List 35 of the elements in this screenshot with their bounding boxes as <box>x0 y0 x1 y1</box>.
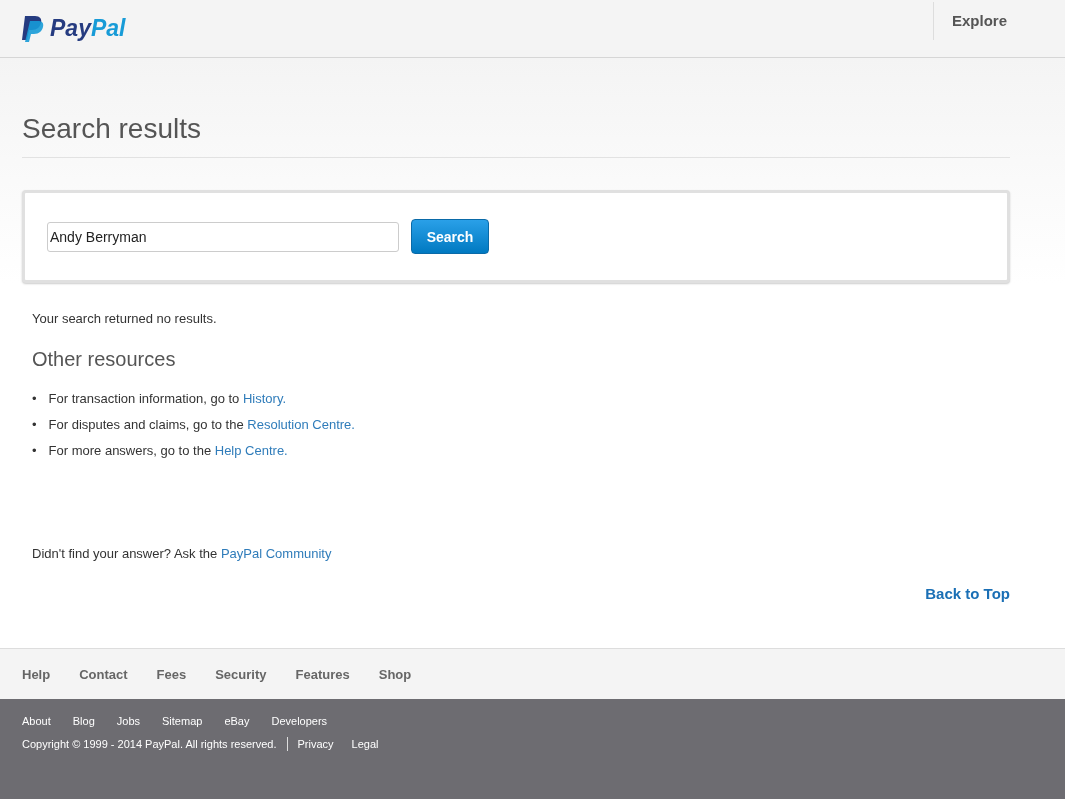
footer-link[interactable]: Developers <box>271 715 328 727</box>
no-results-message: Your search returned no results. <box>32 311 218 326</box>
paypal-logo-icon <box>22 15 44 42</box>
resource-text: For disputes and claims, go to the Resolution Centre. <box>48 417 355 432</box>
resource-link[interactable]: Resolution Centre. <box>247 417 355 432</box>
search-button[interactable]: Search <box>411 219 489 254</box>
community-text: Didn't find your answer? Ask the PayPal Community <box>32 546 333 561</box>
back-to-top-link[interactable]: Back to Top <box>925 585 1010 602</box>
legal-link[interactable]: Legal <box>351 738 379 750</box>
footer-nav-link[interactable]: Security <box>215 666 267 682</box>
resource-text: For transaction information, go to History. <box>48 391 287 406</box>
resource-link[interactable]: History. <box>242 391 287 406</box>
resource-link[interactable]: Help Centre. <box>214 443 288 458</box>
copyright-text: Copyright © 1999 - 2014 PayPal. All rights reserved. <box>22 738 277 750</box>
bullet: • <box>32 443 37 458</box>
footer-link[interactable]: Blog <box>72 715 95 727</box>
nav-link[interactable]: Explore <box>932 1 1065 40</box>
search-field[interactable]: Andy Berryman <box>47 221 399 252</box>
footer-link[interactable]: About <box>22 715 51 727</box>
page-title: Search results <box>22 113 1010 158</box>
footer-nav-link[interactable]: Contact <box>79 666 128 682</box>
footer-nav-link[interactable]: Help <box>22 666 51 682</box>
community-link[interactable]: PayPal Community <box>220 546 332 561</box>
bullet: • <box>32 417 37 432</box>
footer-link[interactable]: Jobs <box>116 715 141 727</box>
footer-link[interactable]: eBay <box>224 715 250 727</box>
legal-link[interactable]: Privacy <box>297 738 334 750</box>
footer-nav-link[interactable]: Fees <box>156 666 187 682</box>
paypal-logo[interactable]: PayPal <box>50 15 126 42</box>
footer-nav-link[interactable]: Features <box>295 666 350 682</box>
footer-nav-link[interactable]: Shop <box>378 666 412 682</box>
footer-link[interactable]: Sitemap <box>162 715 203 727</box>
resource-text: For more answers, go to the Help Centre. <box>48 443 288 458</box>
bullet: • <box>32 391 37 406</box>
section-heading: Other resources <box>32 348 177 371</box>
